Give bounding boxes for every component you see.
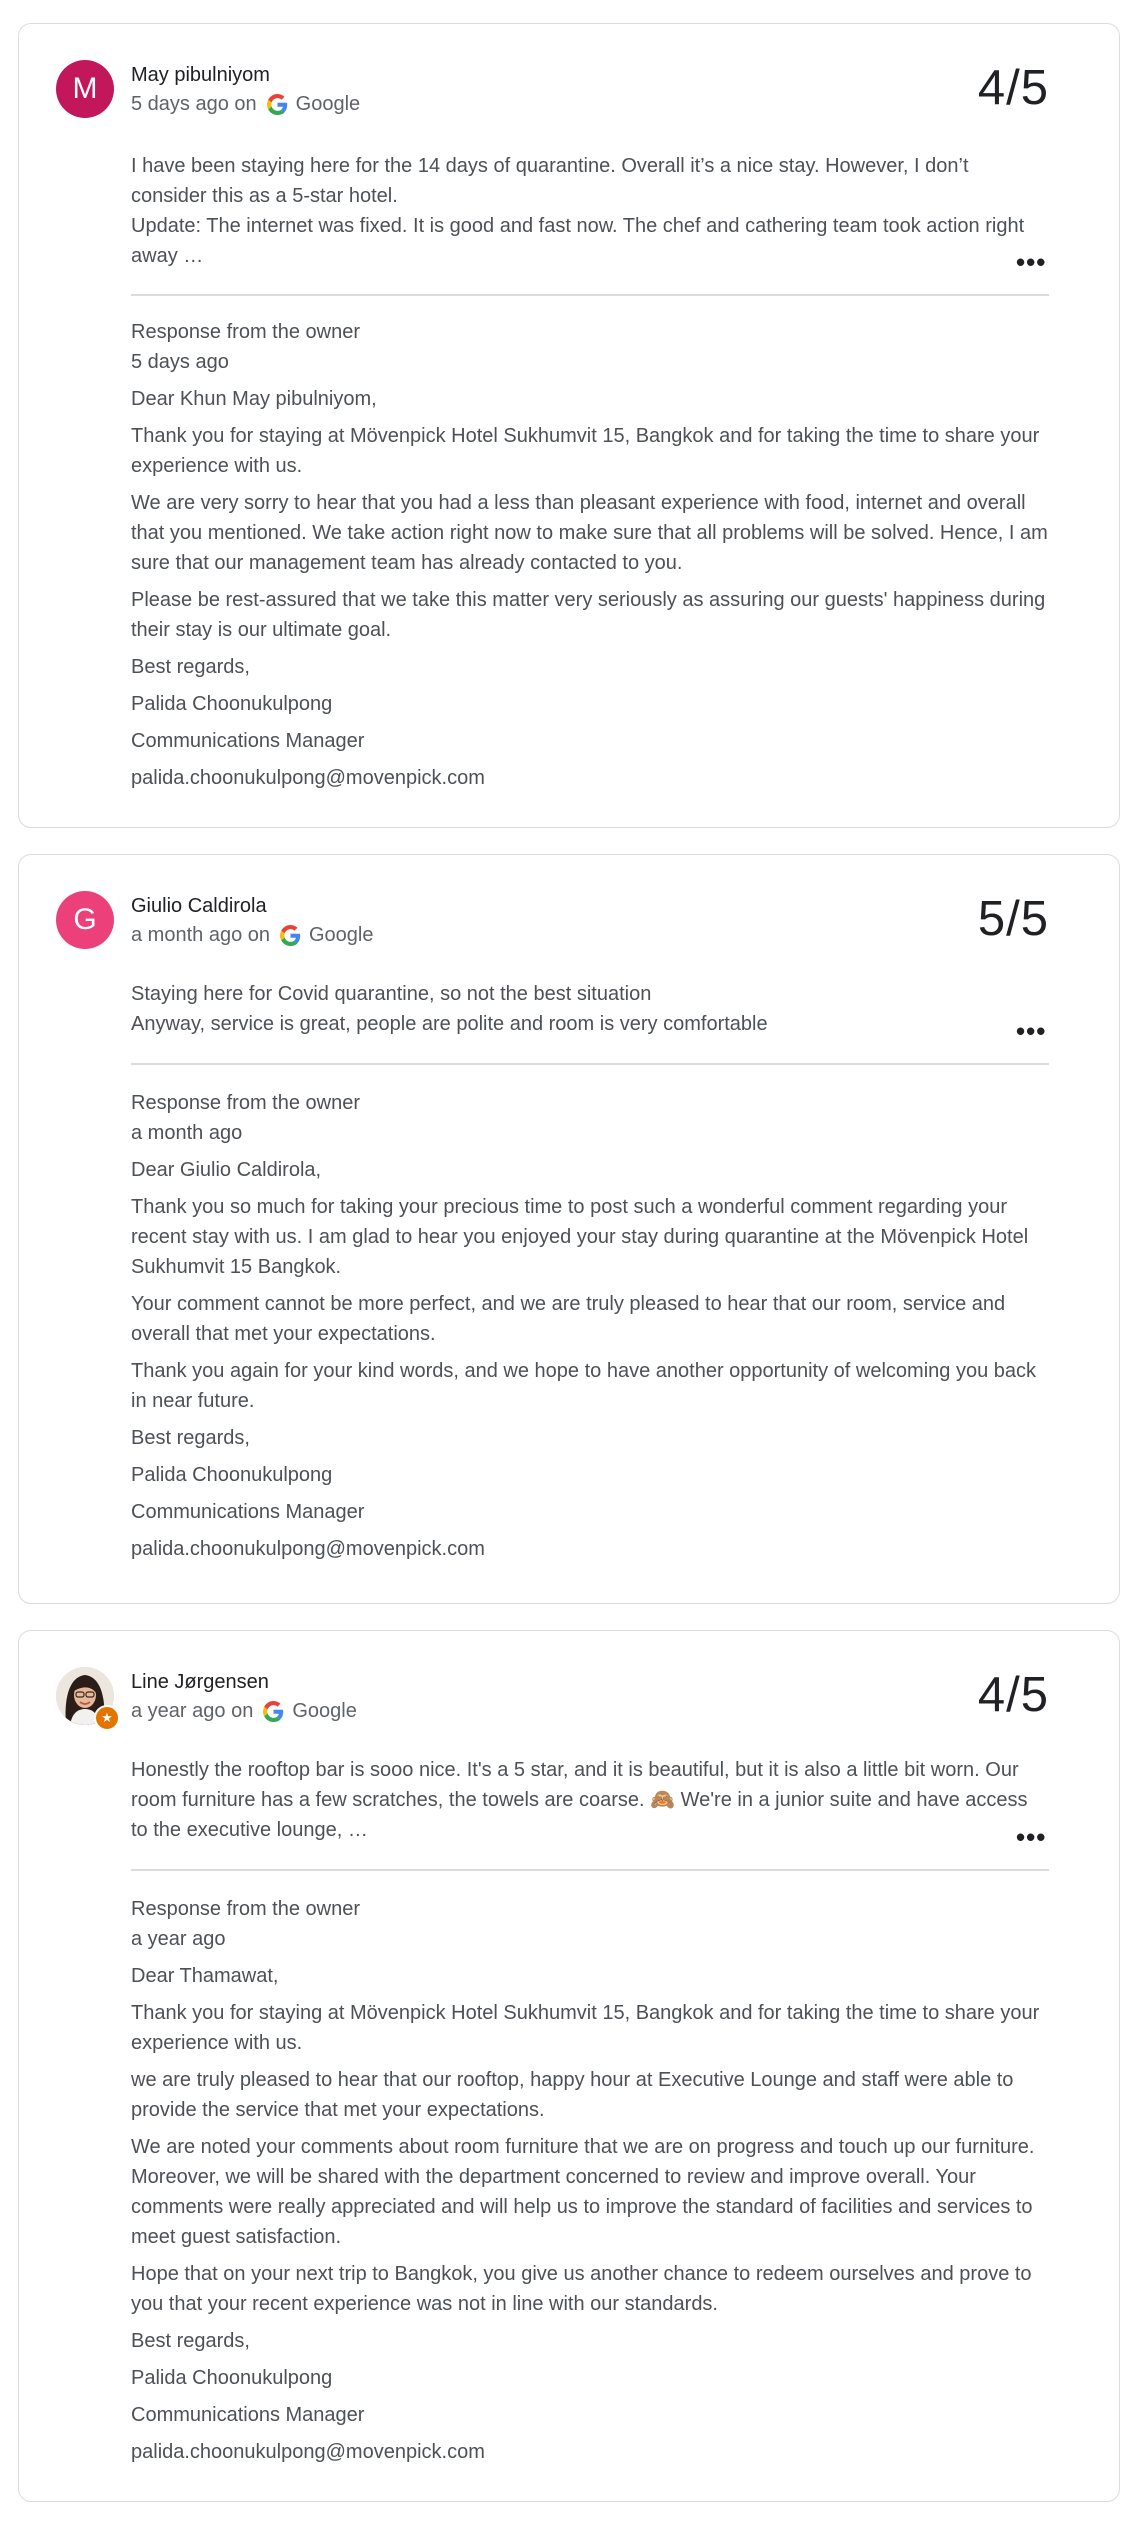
reviewer-avatar[interactable]: G — [56, 891, 114, 949]
review-rating: 5/5 — [977, 892, 1049, 946]
more-options-icon[interactable]: ••• — [1016, 1824, 1046, 1850]
reviewer-name[interactable]: Giulio Caldirola — [131, 895, 267, 918]
response-paragraph: Thank you for staying at Mövenpick Hotel… — [131, 425, 1040, 477]
response-paragraph: Dear Giulio Caldirola, — [131, 1159, 322, 1181]
response-time: a year ago — [131, 1928, 226, 1950]
review-time: a month ago on — [131, 924, 270, 946]
more-options-icon[interactable]: ••• — [1016, 249, 1046, 275]
google-g-icon — [280, 925, 301, 946]
review-time: a year ago on — [131, 1700, 254, 1722]
response-signer-name: Palida Choonukulpong — [131, 693, 333, 715]
owner-response: Response from the owner a year ago Dear … — [131, 1894, 1051, 2474]
response-signer-title: Communications Manager — [131, 730, 365, 752]
response-paragraph: Hope that on your next trip to Bangkok, … — [131, 2263, 1032, 2315]
review-meta: a month ago on Google — [131, 924, 374, 947]
response-signer-email: palida.choonukulpong@movenpick.com — [131, 767, 485, 789]
response-paragraph: Thank you again for your kind words, and… — [131, 1360, 1036, 1412]
reviewer-avatar[interactable]: ★ — [56, 1667, 120, 1731]
response-signer-title: Communications Manager — [131, 2404, 365, 2426]
review-text-line: Anyway, service is great, people are pol… — [131, 1013, 768, 1035]
response-paragraph: Thank you so much for taking your precio… — [131, 1196, 1029, 1278]
response-signer-name: Palida Choonukulpong — [131, 2367, 333, 2389]
response-paragraph: Your comment cannot be more perfect, and… — [131, 1293, 1006, 1345]
response-paragraph: Dear Thamawat, — [131, 1965, 279, 1987]
reviewer-avatar[interactable]: M — [56, 60, 114, 118]
response-signoff: Best regards, — [131, 2330, 250, 2352]
response-paragraph: We are noted your comments about room fu… — [131, 2136, 1035, 2248]
response-paragraph: Please be rest-assured that we take this… — [131, 589, 1046, 641]
review-rating: 4/5 — [977, 1668, 1049, 1722]
reviewer-name[interactable]: May pibulniyom — [131, 64, 270, 87]
response-signoff: Best regards, — [131, 1427, 250, 1449]
response-paragraph: we are truly pleased to hear that our ro… — [131, 2069, 1014, 2121]
review-meta: a year ago on Google — [131, 1700, 357, 1723]
review-card: G Giulio Caldirola a month ago on Google… — [18, 854, 1120, 1604]
response-signoff: Best regards, — [131, 656, 250, 678]
response-header: Response from the owner — [131, 1898, 361, 1920]
response-header: Response from the owner — [131, 321, 361, 343]
review-card: ★ Line Jørgensen a year ago on Google 4/… — [18, 1630, 1120, 2502]
divider — [131, 1869, 1049, 1871]
review-text-line: I have been staying here for the 14 days… — [131, 155, 969, 207]
review-source[interactable]: Google — [292, 1700, 357, 1723]
review-source[interactable]: Google — [296, 93, 361, 116]
reviewer-name[interactable]: Line Jørgensen — [131, 1671, 269, 1694]
divider — [131, 1063, 1049, 1065]
response-paragraph: We are very sorry to hear that you had a… — [131, 492, 1048, 574]
google-g-icon — [263, 1701, 284, 1722]
response-signer-name: Palida Choonukulpong — [131, 1464, 333, 1486]
google-g-icon — [266, 94, 287, 115]
owner-response: Response from the owner 5 days ago Dear … — [131, 317, 1051, 800]
response-signer-email: palida.choonukulpong@movenpick.com — [131, 2441, 485, 2463]
response-time: 5 days ago — [131, 351, 229, 373]
review-source[interactable]: Google — [309, 924, 374, 947]
divider — [131, 294, 1049, 296]
response-time: a month ago — [131, 1122, 243, 1144]
review-time: 5 days ago on — [131, 93, 257, 115]
response-signer-email: palida.choonukulpong@movenpick.com — [131, 1538, 485, 1560]
response-paragraph: Thank you for staying at Mövenpick Hotel… — [131, 2002, 1040, 2054]
response-paragraph: Dear Khun May pibulniyom, — [131, 388, 377, 410]
review-meta: 5 days ago on Google — [131, 93, 360, 116]
local-guide-star-icon: ★ — [94, 1705, 120, 1731]
review-card: M May pibulniyom 5 days ago on Google 4/… — [18, 23, 1120, 828]
response-header: Response from the owner — [131, 1092, 361, 1114]
owner-response: Response from the owner a month ago Dear… — [131, 1088, 1051, 1571]
review-text-line: Staying here for Covid quarantine, so no… — [131, 983, 652, 1005]
more-options-icon[interactable]: ••• — [1016, 1018, 1046, 1044]
response-signer-title: Communications Manager — [131, 1501, 365, 1523]
review-text-line: Update: The internet was fixed. It is go… — [131, 215, 1025, 267]
review-text-line: Honestly the rooftop bar is sooo nice. I… — [131, 1759, 1028, 1841]
review-rating: 4/5 — [977, 61, 1049, 115]
